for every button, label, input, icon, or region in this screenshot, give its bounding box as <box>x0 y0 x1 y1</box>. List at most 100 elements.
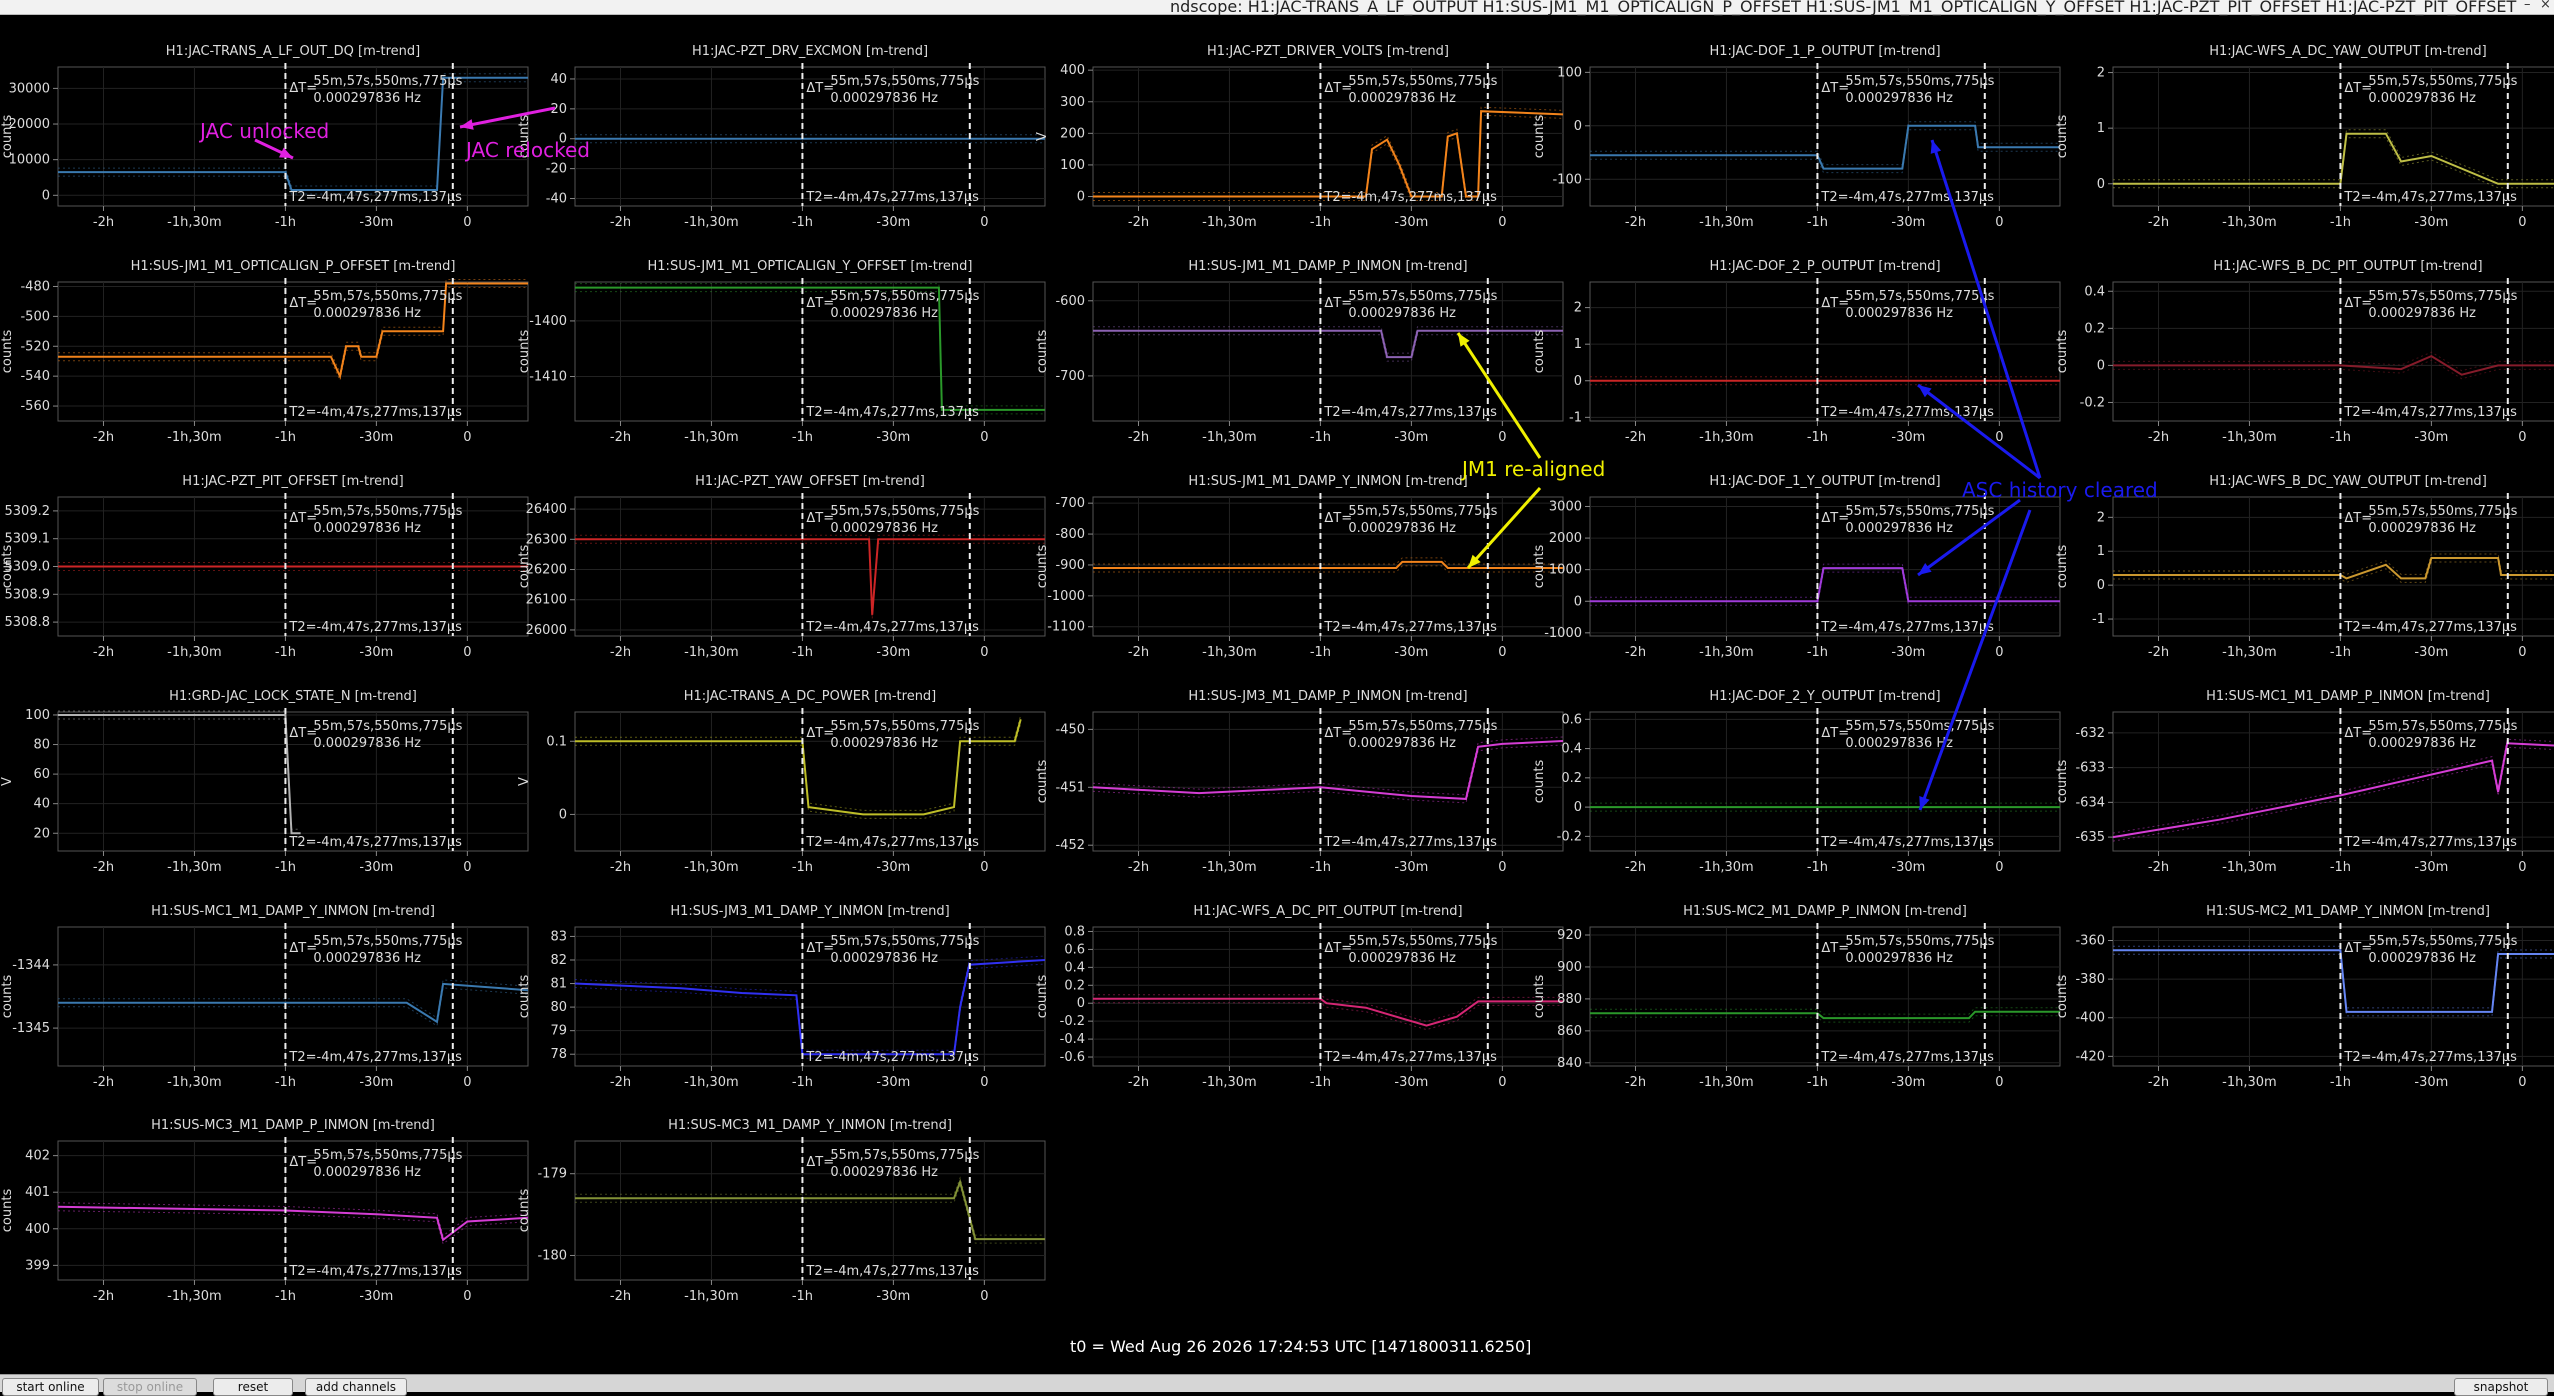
plot-panel[interactable]: H1:JAC-WFS_A_DC_PIT_OUTPUT [m-trend] -2h -… <box>1035 904 1564 1090</box>
plot-panel[interactable]: H1:JAC-TRANS_A_DC_POWER [m-trend] -2h -1h,… <box>517 689 1046 875</box>
cursor-frequency: 0.000297836 Hz <box>1845 736 1953 751</box>
y-tick-label: -0.6 <box>1060 1050 1085 1065</box>
cursor-delta-value: 55m,57s,550ms,775µs <box>1348 934 1497 949</box>
y-axis-label: counts <box>1035 760 1050 804</box>
y-tick-label: 2000 <box>1549 531 1582 546</box>
x-tick-label: 0 <box>1498 860 1506 875</box>
plot-panel[interactable]: H1:SUS-MC2_M1_DAMP_P_INMON [m-trend] -2h -… <box>1532 904 2061 1090</box>
plot-panel[interactable]: H1:SUS-JM1_M1_OPTICALIGN_Y_OFFSET [m-tre… <box>517 259 1046 445</box>
cursor-frequency: 0.000297836 Hz <box>830 91 938 106</box>
reset-button[interactable]: reset <box>213 1378 293 1396</box>
plot-panel[interactable]: H1:JAC-WFS_B_DC_PIT_OUTPUT [m-trend] -2h -… <box>2055 259 2554 445</box>
y-tick-label: -380 <box>2075 972 2105 987</box>
x-tick-label: -1h <box>1310 645 1331 660</box>
cursor-delta-value: 55m,57s,550ms,775µs <box>313 719 462 734</box>
x-tick-label: -30m <box>1891 860 1925 875</box>
y-tick-label: -500 <box>20 309 50 324</box>
plot-panel[interactable]: H1:SUS-JM1_M1_DAMP_Y_INMON [m-trend] -2h -… <box>1035 474 1564 660</box>
cursor-t2-label: T2=-4m,47s,277ms,137µs <box>1323 1050 1497 1065</box>
y-axis-label: V <box>1035 132 1050 141</box>
x-tick-label: -2h <box>610 645 631 660</box>
plot-panel[interactable]: H1:GRD-JAC_LOCK_STATE_N [m-trend] -2h -1h,… <box>0 689 529 875</box>
plot-panel[interactable]: H1:SUS-MC1_M1_DAMP_P_INMON [m-trend] -2h -… <box>2055 689 2554 875</box>
x-tick-label: -30m <box>876 645 910 660</box>
cursor-frequency: 0.000297836 Hz <box>1845 91 1953 106</box>
x-tick-label: -1h <box>792 215 813 230</box>
y-tick-label: 0.2 <box>1064 978 1085 993</box>
add-channels-button[interactable]: add channels <box>305 1378 407 1396</box>
y-tick-label: 400 <box>1060 63 1085 78</box>
cursor-t2-label: T2=-4m,47s,277ms,137µs <box>1820 835 1994 850</box>
plot-title: H1:SUS-MC1_M1_DAMP_Y_INMON [m-trend] <box>151 904 435 919</box>
x-tick-label: 0 <box>2518 430 2526 445</box>
x-tick-label: -30m <box>1394 430 1428 445</box>
cursor-t2-label: T2=-4m,47s,277ms,137µs <box>1820 190 1994 205</box>
plot-title: H1:JAC-DOF_2_Y_OUTPUT [m-trend] <box>1709 689 1940 704</box>
plot-panel[interactable]: H1:JAC-PZT_PIT_OFFSET [m-trend] -2h -1h,30… <box>0 474 529 660</box>
y-tick-label: 0.6 <box>1064 942 1085 957</box>
cursor-delta-value: 55m,57s,550ms,775µs <box>313 934 462 949</box>
plot-panel[interactable]: H1:SUS-JM3_M1_DAMP_P_INMON [m-trend] -2h -… <box>1035 689 1564 875</box>
y-tick-label: 2 <box>1574 301 1582 316</box>
start-online-button[interactable]: start online <box>2 1378 99 1396</box>
x-tick-label: -2h <box>610 1289 631 1304</box>
x-tick-label: -30m <box>1394 860 1428 875</box>
cursor-t2-label: T2=-4m,47s,277ms,137µs <box>288 1264 462 1279</box>
cursor-frequency: 0.000297836 Hz <box>313 1165 421 1180</box>
plot-panel[interactable]: H1:SUS-MC2_M1_DAMP_Y_INMON [m-trend] -2h -… <box>2055 904 2554 1090</box>
y-tick-label: 40 <box>550 72 567 87</box>
y-tick-label: 0.4 <box>2084 284 2105 299</box>
x-tick-label: -2h <box>1625 645 1646 660</box>
plot-panel[interactable]: H1:JAC-PZT_DRIVER_VOLTS [m-trend] -2h -1h,… <box>1035 44 1564 230</box>
x-tick-label: -2h <box>93 1289 114 1304</box>
x-tick-label: -2h <box>1128 430 1149 445</box>
x-tick-label: -2h <box>1625 430 1646 445</box>
x-tick-label: 0 <box>1498 430 1506 445</box>
plot-panel[interactable]: H1:SUS-JM1_M1_DAMP_P_INMON [m-trend] -2h -… <box>1035 259 1564 445</box>
y-tick-label: 79 <box>550 1024 567 1039</box>
y-tick-label: -179 <box>537 1167 567 1182</box>
x-tick-label: -30m <box>2414 1075 2448 1090</box>
plot-title: H1:SUS-JM3_M1_DAMP_Y_INMON [m-trend] <box>670 904 949 919</box>
y-tick-label: 860 <box>1557 1024 1582 1039</box>
plot-panel[interactable]: H1:JAC-DOF_2_Y_OUTPUT [m-trend] -2h -1h,30… <box>1532 689 2061 875</box>
x-tick-label: -1h <box>2330 215 2351 230</box>
cursor-frequency: 0.000297836 Hz <box>1348 736 1456 751</box>
plot-title: H1:SUS-MC2_M1_DAMP_P_INMON [m-trend] <box>1683 904 1967 919</box>
plot-panel[interactable]: H1:SUS-MC1_M1_DAMP_Y_INMON [m-trend] -2h -… <box>0 904 529 1090</box>
y-tick-label: -1410 <box>529 370 567 385</box>
x-tick-label: -2h <box>1625 215 1646 230</box>
plot-title: H1:JAC-PZT_DRIVER_VOLTS [m-trend] <box>1207 44 1449 59</box>
x-tick-label: -30m <box>359 860 393 875</box>
y-tick-label: 0 <box>2097 177 2105 192</box>
x-tick-label: -1h <box>1807 860 1828 875</box>
x-tick-label: -1h <box>275 1289 296 1304</box>
y-axis-label: counts <box>2055 330 2070 374</box>
x-tick-label: -30m <box>1891 645 1925 660</box>
plot-panel[interactable]: H1:SUS-MC3_M1_DAMP_P_INMON [m-trend] -2h -… <box>0 1118 529 1304</box>
x-tick-label: 0 <box>463 1075 471 1090</box>
x-tick-label: -30m <box>359 645 393 660</box>
cursor-t2-label: T2=-4m,47s,277ms,137µs <box>1323 620 1497 635</box>
plot-panel[interactable]: H1:JAC-PZT_YAW_OFFSET [m-trend] -2h -1h,30… <box>517 474 1046 660</box>
plot-title: H1:SUS-MC2_M1_DAMP_Y_INMON [m-trend] <box>2206 904 2490 919</box>
x-tick-label: 0 <box>980 1289 988 1304</box>
x-tick-label: 0 <box>1995 430 2003 445</box>
plot-title: H1:SUS-JM3_M1_DAMP_P_INMON [m-trend] <box>1188 689 1467 704</box>
y-tick-label: 900 <box>1557 960 1582 975</box>
x-tick-label: -1h,30m <box>1202 645 1257 660</box>
stop-online-button[interactable]: stop online <box>103 1378 197 1396</box>
plot-title: H1:SUS-JM1_M1_DAMP_P_INMON [m-trend] <box>1188 259 1467 274</box>
plot-panel[interactable]: H1:JAC-DOF_2_P_OUTPUT [m-trend] -2h -1h,30… <box>1532 259 2061 445</box>
plot-panel[interactable]: H1:JAC-DOF_1_P_OUTPUT [m-trend] -2h -1h,30… <box>1532 44 2061 230</box>
plot-panel[interactable]: H1:SUS-JM3_M1_DAMP_Y_INMON [m-trend] -2h -… <box>517 904 1046 1090</box>
plot-panel[interactable]: H1:JAC-WFS_A_DC_YAW_OUTPUT [m-trend] -2h -… <box>2055 44 2554 230</box>
cursor-t2-label: T2=-4m,47s,277ms,137µs <box>1323 190 1497 205</box>
snapshot-button[interactable]: snapshot <box>2454 1378 2548 1396</box>
x-tick-label: -30m <box>359 215 393 230</box>
plot-panel[interactable]: H1:JAC-PZT_DRV_EXCMON [m-trend] -2h -1h,30… <box>517 44 1046 230</box>
plot-panel[interactable]: H1:SUS-MC3_M1_DAMP_Y_INMON [m-trend] -2h -… <box>517 1118 1046 1304</box>
y-axis-label: counts <box>1035 975 1050 1019</box>
plot-title: H1:SUS-JM1_M1_OPTICALIGN_Y_OFFSET [m-tre… <box>648 259 973 274</box>
plot-panel[interactable]: H1:SUS-JM1_M1_OPTICALIGN_P_OFFSET [m-tre… <box>0 259 529 445</box>
